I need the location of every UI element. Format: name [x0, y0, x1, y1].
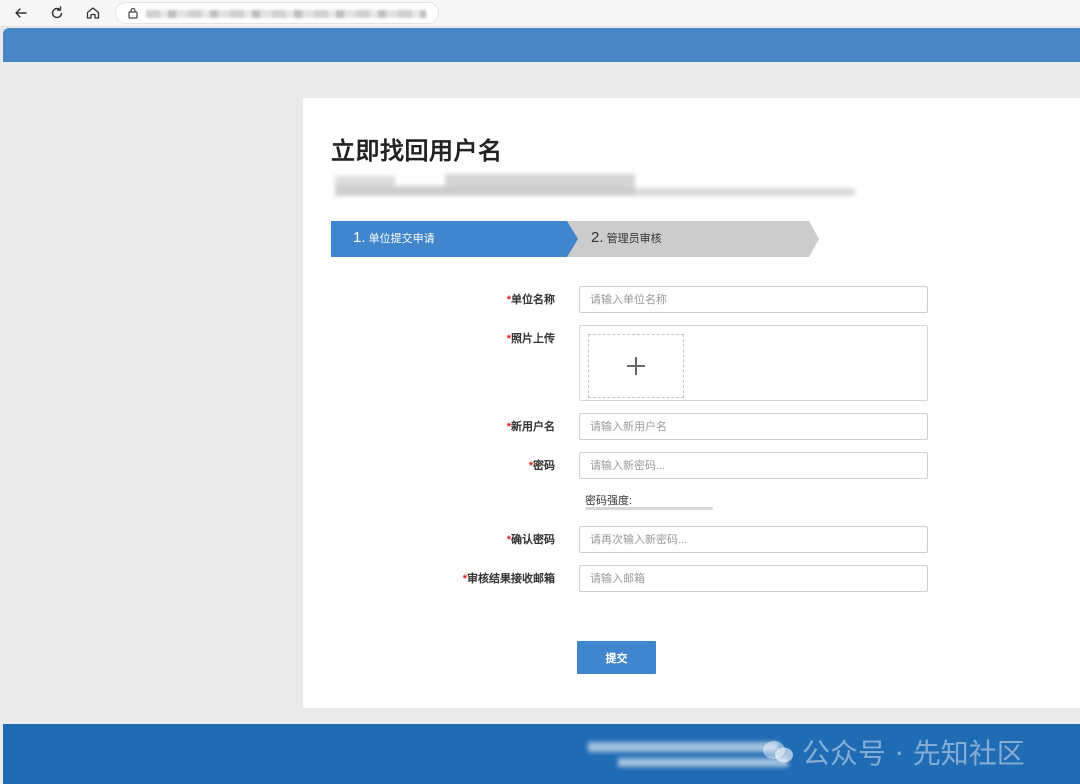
password-label-text: 密码	[533, 460, 555, 472]
email-label: *审核结果接收邮箱	[303, 570, 555, 586]
progress-steps: 1. 单位提交申请 2. 管理员审核	[331, 221, 821, 257]
confirm-password-label: *确认密码	[303, 531, 555, 547]
redacted-subtitle	[335, 174, 855, 198]
step-2: 2. 管理员审核	[591, 229, 662, 248]
redacted-url	[146, 10, 426, 18]
watermark-text: 公众号 · 先知社区	[802, 737, 1025, 770]
redacted-footer-text	[588, 740, 788, 770]
photo-upload-label: *照片上传	[303, 330, 555, 346]
browser-toolbar	[0, 0, 1080, 27]
password-strength-bar	[585, 507, 713, 510]
photo-upload-label-text: 照片上传	[511, 333, 555, 345]
home-icon[interactable]	[82, 3, 104, 23]
email-input[interactable]	[579, 565, 928, 592]
confirm-password-input[interactable]	[579, 526, 928, 553]
photo-upload-area	[579, 325, 928, 401]
site-header-band	[3, 28, 1080, 62]
lock-icon	[128, 7, 138, 19]
password-strength-label: 密码强度:	[585, 495, 633, 507]
step-2-number: 2.	[591, 229, 604, 246]
org-name-input[interactable]	[579, 286, 928, 313]
reload-icon[interactable]	[46, 3, 68, 23]
email-label-text: 审核结果接收邮箱	[467, 573, 555, 585]
step-1: 1. 单位提交申请	[353, 229, 435, 248]
submit-button[interactable]: 提交	[577, 641, 656, 674]
wechat-icon	[763, 741, 793, 763]
confirm-password-label-text: 确认密码	[511, 534, 555, 546]
step-2-label: 管理员审核	[606, 233, 662, 245]
back-arrow-icon[interactable]	[10, 3, 32, 23]
new-username-input[interactable]	[579, 413, 928, 440]
plus-icon	[627, 357, 645, 375]
photo-upload-button[interactable]	[588, 334, 684, 398]
org-name-label-text: 单位名称	[511, 294, 555, 306]
page-title: 立即找回用户名	[331, 138, 503, 165]
address-bar[interactable]	[115, 2, 439, 24]
step-1-number: 1.	[353, 229, 366, 246]
new-username-label-text: 新用户名	[511, 421, 555, 433]
org-name-label: *单位名称	[303, 291, 555, 307]
password-label: *密码	[303, 457, 555, 473]
step-1-label: 单位提交申请	[368, 233, 435, 245]
watermark: 公众号 · 先知社区	[760, 732, 1025, 772]
password-input[interactable]	[579, 452, 928, 479]
site-footer: 公众号 · 先知社区	[3, 724, 1080, 784]
form-card: 立即找回用户名 1. 单位提交申请 2. 管理员审核 *单位名称 *照片上传	[303, 98, 1080, 708]
new-username-label: *新用户名	[303, 418, 555, 434]
